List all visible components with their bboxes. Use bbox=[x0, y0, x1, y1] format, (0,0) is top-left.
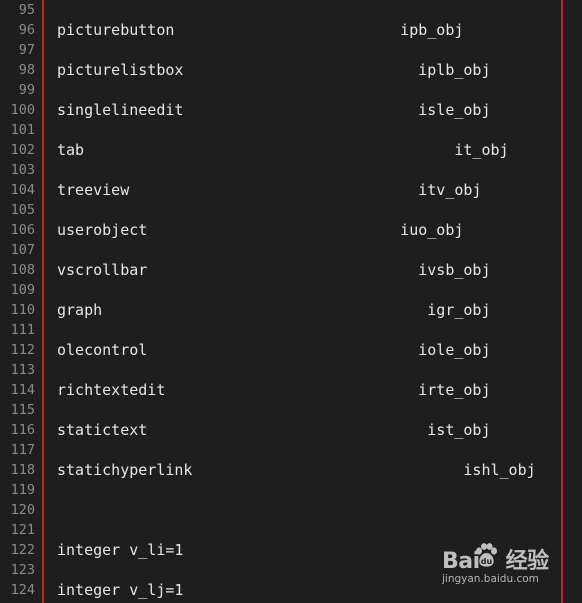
line-number: 109 bbox=[10, 282, 35, 298]
line-number: 116 bbox=[10, 422, 35, 438]
code-content[interactable]: picturebutton ipb_obj picturelistbox iplb… bbox=[57, 0, 557, 603]
code-editor[interactable]: 95 96 97 98 99 100 101 102 103 104 105 106 107 108 109… bbox=[0, 0, 582, 603]
line-number-gutter: 95 96 97 98 99 100 101 102 103 104 105 106 107 108 109… bbox=[0, 0, 38, 603]
line-number: 99 bbox=[18, 82, 35, 98]
code-line[interactable]: picturebutton ipb_obj bbox=[57, 20, 463, 40]
line-number: 112 bbox=[10, 342, 35, 358]
line-number: 95 bbox=[18, 2, 35, 18]
svg-text:du: du bbox=[481, 557, 493, 566]
code-line[interactable]: tab it_obj bbox=[57, 140, 509, 160]
code-line[interactable]: singlelineedit isle_obj bbox=[57, 100, 490, 120]
code-line[interactable]: richtextedit irte_obj bbox=[57, 380, 490, 400]
line-number: 103 bbox=[10, 162, 35, 178]
code-line[interactable]: vscrollbar ivsb_obj bbox=[57, 260, 490, 280]
line-number: 100 bbox=[10, 102, 35, 118]
code-line[interactable]: statichyperlink ishl_obj bbox=[57, 460, 536, 480]
baidu-paw-icon: du bbox=[476, 543, 497, 567]
line-number: 118 bbox=[10, 462, 35, 478]
line-number: 107 bbox=[10, 242, 35, 258]
line-number: 117 bbox=[10, 442, 35, 458]
line-number: 101 bbox=[10, 122, 35, 138]
baidu-jingyan-watermark: Bai 经验 du jingyan.baidu.com bbox=[442, 543, 554, 591]
code-line[interactable]: olecontrol iole_obj bbox=[57, 340, 490, 360]
highlight-border-right bbox=[561, 0, 563, 603]
line-number: 104 bbox=[10, 182, 35, 198]
line-number: 105 bbox=[10, 202, 35, 218]
code-line[interactable]: statictext ist_obj bbox=[57, 420, 490, 440]
watermark-url: jingyan.baidu.com bbox=[442, 573, 539, 585]
line-number: 106 bbox=[10, 222, 35, 238]
code-line[interactable]: graph igr_obj bbox=[57, 300, 490, 320]
line-number: 120 bbox=[10, 502, 35, 518]
line-number: 114 bbox=[10, 382, 35, 398]
code-line[interactable]: userobject iuo_obj bbox=[57, 220, 463, 240]
highlight-border-left bbox=[42, 0, 44, 603]
line-number: 119 bbox=[10, 482, 35, 498]
line-number: 108 bbox=[10, 262, 35, 278]
line-number: 97 bbox=[18, 42, 35, 58]
line-number: 124 bbox=[10, 582, 35, 598]
line-number: 111 bbox=[10, 322, 35, 338]
line-number: 98 bbox=[18, 62, 35, 78]
line-number: 123 bbox=[10, 562, 35, 578]
code-line[interactable]: integer v_lj=1 bbox=[57, 580, 183, 600]
code-line[interactable]: treeview itv_obj bbox=[57, 180, 481, 200]
watermark-brand-suffix: 经验 bbox=[505, 549, 550, 574]
line-number: 102 bbox=[10, 142, 35, 158]
line-number: 121 bbox=[10, 522, 35, 538]
line-number: 115 bbox=[10, 402, 35, 418]
line-number: 113 bbox=[10, 362, 35, 378]
line-number: 122 bbox=[10, 542, 35, 558]
line-number: 110 bbox=[10, 302, 35, 318]
code-line[interactable]: integer v_li=1 bbox=[57, 540, 183, 560]
code-line[interactable]: picturelistbox iplb_obj bbox=[57, 60, 490, 80]
line-number: 96 bbox=[18, 22, 35, 38]
